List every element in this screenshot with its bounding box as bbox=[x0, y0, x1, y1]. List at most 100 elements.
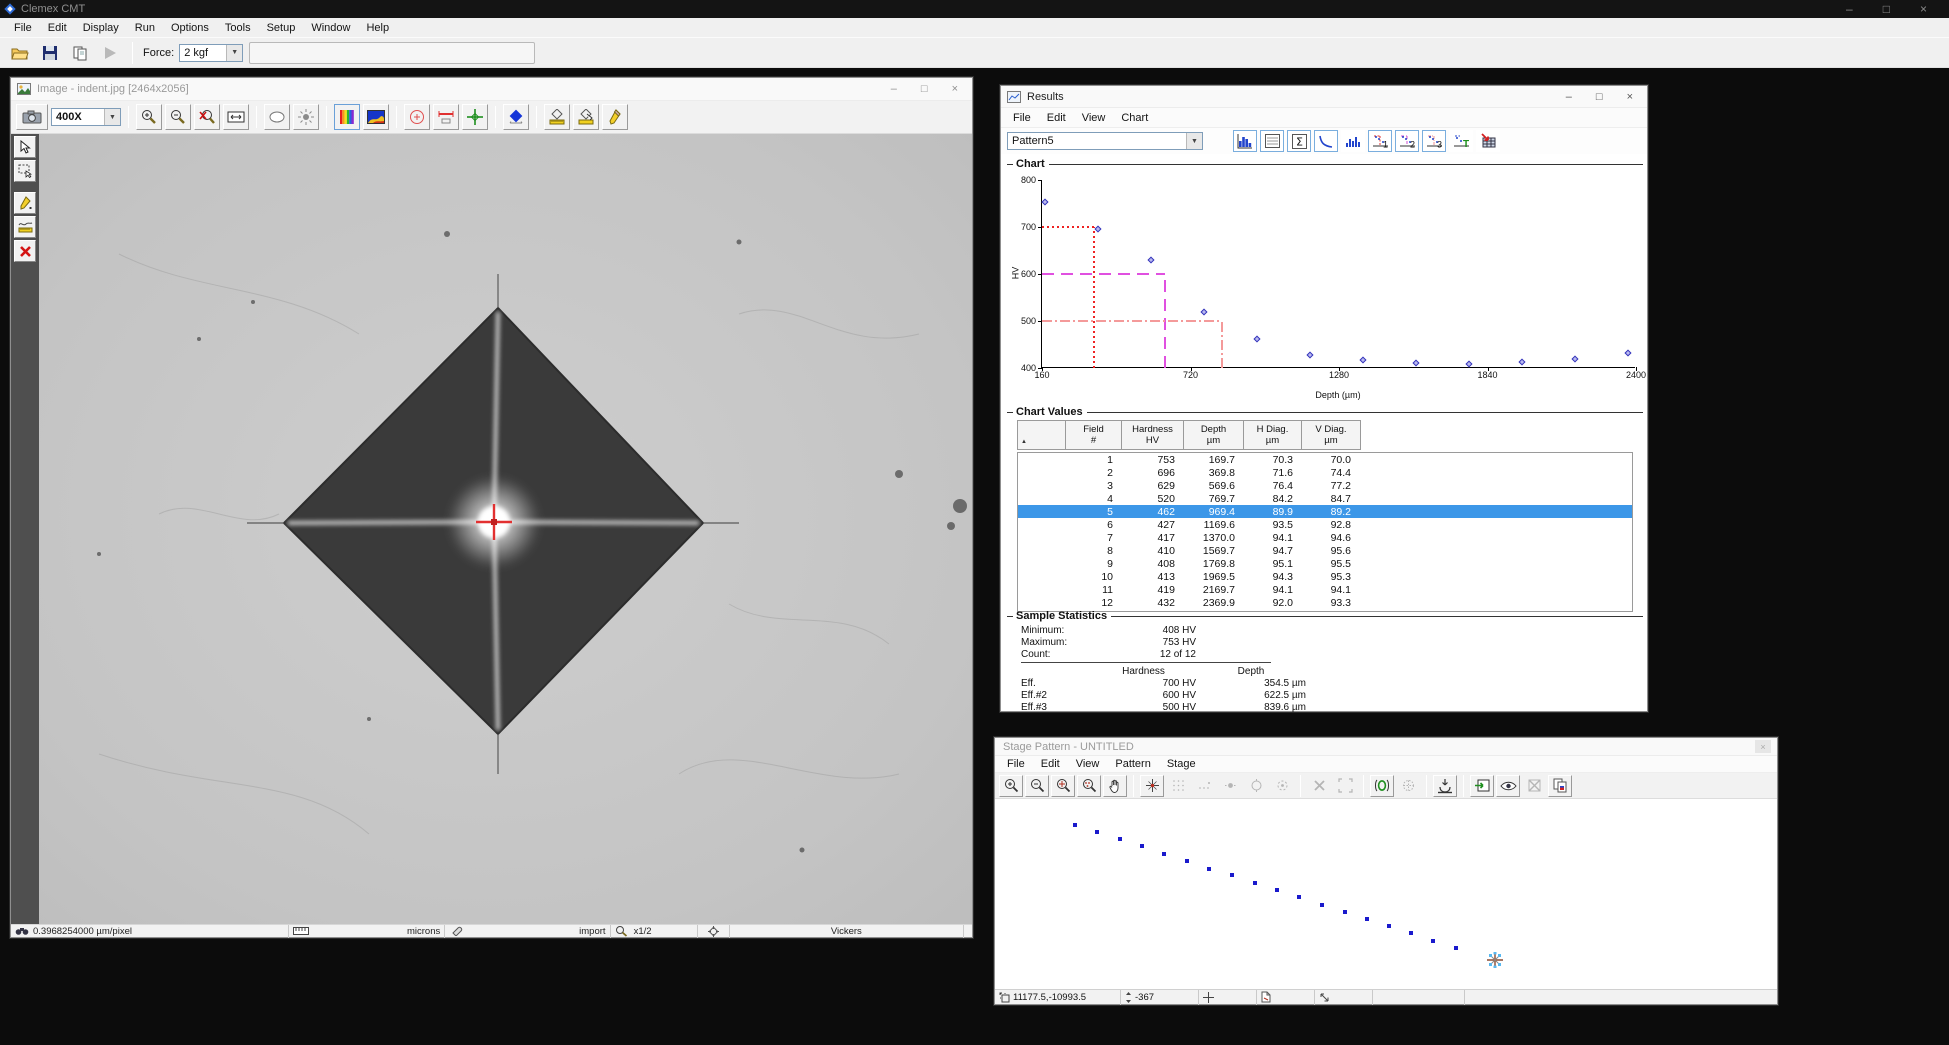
results-maximize-button[interactable]: □ bbox=[1596, 91, 1603, 103]
image-maximize-button[interactable]: □ bbox=[921, 83, 928, 95]
stage-pattern-point[interactable] bbox=[1140, 844, 1144, 848]
values-table-header[interactable]: ▲Field#HardnessHVDepthµmH Diag.µmV Diag.… bbox=[1017, 420, 1361, 450]
export-table-button[interactable] bbox=[1476, 130, 1500, 152]
results-titlebar[interactable]: Results – □ × bbox=[1001, 86, 1647, 108]
chart-view-button[interactable] bbox=[1233, 130, 1257, 152]
stage-clear-button[interactable] bbox=[1522, 775, 1546, 797]
stage-pattern-point[interactable] bbox=[1297, 895, 1301, 899]
stage-pattern-point[interactable] bbox=[1431, 939, 1435, 943]
marquee-tool-button[interactable] bbox=[14, 160, 36, 182]
values-header-field[interactable]: Field# bbox=[1066, 421, 1122, 449]
list-view-button[interactable] bbox=[1260, 130, 1284, 152]
results-minimize-button[interactable]: – bbox=[1566, 91, 1572, 103]
save-button[interactable] bbox=[38, 41, 62, 65]
app-menu-window[interactable]: Window bbox=[303, 20, 358, 36]
chevron-down-icon[interactable]: ▼ bbox=[1186, 133, 1202, 149]
app-menu-help[interactable]: Help bbox=[358, 20, 397, 36]
curve-view-button[interactable] bbox=[1314, 130, 1338, 152]
stage-pattern-point[interactable] bbox=[1253, 881, 1257, 885]
values-header-blank[interactable]: ▲ bbox=[1018, 421, 1066, 449]
zoom-in-button[interactable] bbox=[136, 104, 162, 130]
table-row[interactable]: 124322369.992.093.3 bbox=[1018, 596, 1632, 609]
stage-titlebar[interactable]: Stage Pattern - UNTITLED × bbox=[995, 738, 1777, 756]
run-button[interactable] bbox=[98, 41, 122, 65]
measure-indent-button[interactable] bbox=[544, 104, 570, 130]
stage-pattern-point[interactable] bbox=[1118, 837, 1122, 841]
stage-zoom-in-button[interactable] bbox=[999, 775, 1023, 797]
table-row[interactable]: 2696369.871.674.4 bbox=[1018, 466, 1632, 479]
app-close-button[interactable]: × bbox=[1920, 2, 1927, 16]
stage-circle-pattern-button[interactable] bbox=[1244, 775, 1268, 797]
stage-fit-button[interactable] bbox=[1333, 775, 1357, 797]
stage-circle-point-button[interactable] bbox=[1270, 775, 1294, 797]
magnification-select[interactable]: 400X ▼ bbox=[51, 108, 121, 126]
pointer-tool-button[interactable] bbox=[14, 136, 36, 158]
annotate-button[interactable] bbox=[602, 104, 628, 130]
values-header-depth[interactable]: Depthµm bbox=[1184, 421, 1244, 449]
app-menu-setup[interactable]: Setup bbox=[259, 20, 304, 36]
effective-depth1-button[interactable]: 1 bbox=[1368, 130, 1392, 152]
stage-position-button[interactable] bbox=[462, 104, 488, 130]
force-select[interactable]: 2 kgf ▼ bbox=[179, 44, 243, 62]
stage-trace-button[interactable] bbox=[1370, 775, 1394, 797]
app-minimize-button[interactable]: – bbox=[1846, 2, 1853, 16]
table-row[interactable]: 84101569.794.795.6 bbox=[1018, 544, 1632, 557]
stage-preview-button[interactable] bbox=[1496, 775, 1520, 797]
stage-zoom-out-button[interactable] bbox=[1025, 775, 1049, 797]
stage-zoom-point-button[interactable] bbox=[1051, 775, 1075, 797]
stage-home-button[interactable] bbox=[1433, 775, 1457, 797]
micrograph-canvas[interactable] bbox=[39, 134, 972, 924]
table-row[interactable]: 1753169.770.370.0 bbox=[1018, 453, 1632, 466]
color-bars-button[interactable] bbox=[334, 104, 360, 130]
app-menu-options[interactable]: Options bbox=[163, 20, 217, 36]
measure-ruler-button[interactable] bbox=[433, 104, 459, 130]
stage-pattern-point[interactable] bbox=[1162, 852, 1166, 856]
table-row[interactable]: 74171370.094.194.6 bbox=[1018, 531, 1632, 544]
values-header-hardness[interactable]: HardnessHV bbox=[1122, 421, 1184, 449]
table-row[interactable]: 104131969.594.395.3 bbox=[1018, 570, 1632, 583]
open-button[interactable] bbox=[8, 41, 32, 65]
table-row[interactable]: 3629569.676.477.2 bbox=[1018, 479, 1632, 492]
target-circle-button[interactable] bbox=[404, 104, 430, 130]
app-menu-edit[interactable]: Edit bbox=[40, 20, 75, 36]
stage-import-button[interactable] bbox=[1470, 775, 1494, 797]
values-header-v-diag-[interactable]: V Diag.µm bbox=[1302, 421, 1360, 449]
image-window-titlebar[interactable]: Image - indent.jpg [2464x2056] – □ × bbox=[11, 78, 972, 101]
effective-depth3-button[interactable]: 3 bbox=[1422, 130, 1446, 152]
app-menu-display[interactable]: Display bbox=[75, 20, 127, 36]
stage-zoom-selection-button[interactable] bbox=[1077, 775, 1101, 797]
brightness-button[interactable] bbox=[293, 104, 319, 130]
stage-grid-button[interactable] bbox=[1166, 775, 1190, 797]
stage-line-pattern-button[interactable] bbox=[1192, 775, 1216, 797]
measure-curve-tool-button[interactable] bbox=[14, 216, 36, 238]
stage-pan-button[interactable] bbox=[1103, 775, 1127, 797]
stage-pattern-point[interactable] bbox=[1365, 917, 1369, 921]
threshold-button[interactable]: T bbox=[1449, 130, 1473, 152]
fit-width-button[interactable] bbox=[223, 104, 249, 130]
region-ellipse-button[interactable] bbox=[264, 104, 290, 130]
stage-delete-button[interactable] bbox=[1307, 775, 1331, 797]
color-map-button[interactable] bbox=[363, 104, 389, 130]
stage-pattern-point[interactable] bbox=[1454, 946, 1458, 950]
app-maximize-button[interactable]: □ bbox=[1883, 2, 1890, 16]
results-menu-view[interactable]: View bbox=[1074, 110, 1114, 126]
zoom-cancel-button[interactable] bbox=[194, 104, 220, 130]
image-close-button[interactable]: × bbox=[952, 83, 958, 95]
histogram-button[interactable] bbox=[1341, 130, 1365, 152]
stage-pattern-point[interactable] bbox=[1387, 924, 1391, 928]
stage-pattern-point[interactable] bbox=[1409, 931, 1413, 935]
stage-menu-stage[interactable]: Stage bbox=[1159, 756, 1204, 772]
stage-grid-move-button[interactable] bbox=[1396, 775, 1420, 797]
table-row[interactable]: 94081769.895.195.5 bbox=[1018, 557, 1632, 570]
chevron-down-icon[interactable]: ▼ bbox=[104, 109, 120, 125]
stage-menu-view[interactable]: View bbox=[1068, 756, 1108, 772]
stage-pattern-point[interactable] bbox=[1185, 859, 1189, 863]
stage-pattern-point[interactable] bbox=[1207, 867, 1211, 871]
values-header-h-diag-[interactable]: H Diag.µm bbox=[1244, 421, 1302, 449]
stage-menu-pattern[interactable]: Pattern bbox=[1107, 756, 1158, 772]
delete-tool-button[interactable] bbox=[14, 240, 36, 262]
camera-button[interactable] bbox=[16, 104, 48, 130]
stage-menu-edit[interactable]: Edit bbox=[1033, 756, 1068, 772]
pattern-select[interactable]: Pattern5 ▼ bbox=[1007, 132, 1203, 150]
copy-button[interactable] bbox=[68, 41, 92, 65]
